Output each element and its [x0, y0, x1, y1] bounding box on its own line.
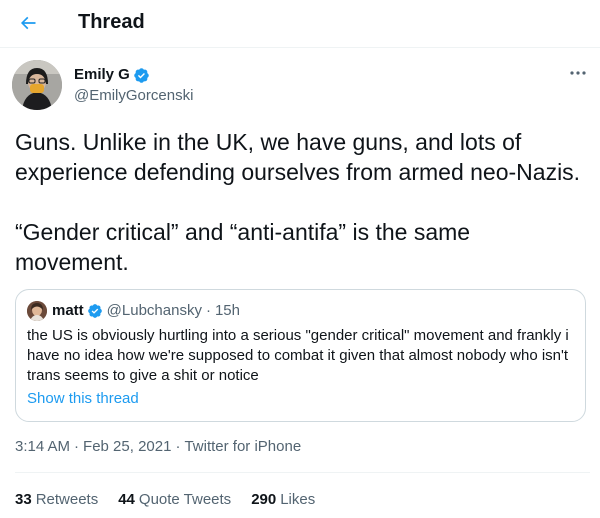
verified-badge-icon	[87, 304, 102, 318]
tweet-text: Guns. Unlike in the UK, we have guns, an…	[15, 127, 590, 277]
quote-header: matt @Lubchansky · 15h	[52, 302, 240, 320]
verified-badge-icon	[134, 67, 149, 83]
author-name-row[interactable]: Emily G	[74, 66, 150, 84]
avatar-image	[12, 60, 62, 110]
tweet-meta: 3:14 AM · Feb 25, 2021 · Twitter for iPh…	[15, 438, 301, 456]
quote-text: the US is obviously hurtling into a seri…	[27, 327, 569, 384]
quoted-tweet-card[interactable]: matt @Lubchansky · 15h the US is obvious…	[15, 289, 586, 422]
tweet-date[interactable]: Feb 25, 2021	[83, 438, 171, 456]
meta-separator: ·	[175, 438, 181, 455]
stat-label: Quote Tweets	[138, 491, 232, 508]
stat-quote-tweets[interactable]: 44 Quote Tweets	[118, 491, 231, 509]
more-options-button[interactable]	[566, 64, 590, 82]
tweet-time[interactable]: 3:14 AM	[15, 438, 70, 456]
stat-label: Retweets	[35, 491, 99, 508]
thread-header: Thread	[0, 0, 600, 48]
arrow-left-icon	[20, 16, 36, 30]
tweet-paragraph: “Gender critical” and “anti-antifa” is t…	[15, 219, 477, 275]
quote-timestamp: 15h	[214, 302, 240, 319]
engagement-stats: 33 Retweets 44 Quote Tweets 290 Likes	[15, 491, 335, 509]
stat-label: Likes	[280, 491, 316, 508]
more-dots-icon	[570, 71, 586, 75]
stat-count: 290	[251, 491, 277, 508]
stat-count: 44	[118, 491, 135, 508]
divider	[15, 472, 590, 473]
quote-author-name: matt	[52, 302, 84, 319]
back-button[interactable]	[10, 5, 46, 41]
stat-likes[interactable]: 290 Likes	[251, 491, 315, 509]
author-handle[interactable]: @EmilyGorcenski	[74, 87, 193, 105]
page-title: Thread	[78, 11, 145, 33]
stat-count: 33	[15, 491, 32, 508]
meta-separator: ·	[74, 438, 80, 455]
tweet-paragraph: Guns. Unlike in the UK, we have guns, an…	[15, 129, 581, 185]
quote-separator: ·	[205, 302, 211, 319]
quote-avatar-image	[27, 301, 47, 321]
tweet-source[interactable]: Twitter for iPhone	[184, 438, 301, 456]
quote-author-handle: @Lubchansky	[106, 302, 202, 319]
show-thread-link[interactable]: Show this thread	[27, 389, 139, 409]
author-name[interactable]: Emily G	[74, 66, 130, 84]
stat-retweets[interactable]: 33 Retweets	[15, 491, 98, 509]
quote-avatar	[27, 301, 47, 321]
avatar[interactable]	[12, 60, 62, 110]
